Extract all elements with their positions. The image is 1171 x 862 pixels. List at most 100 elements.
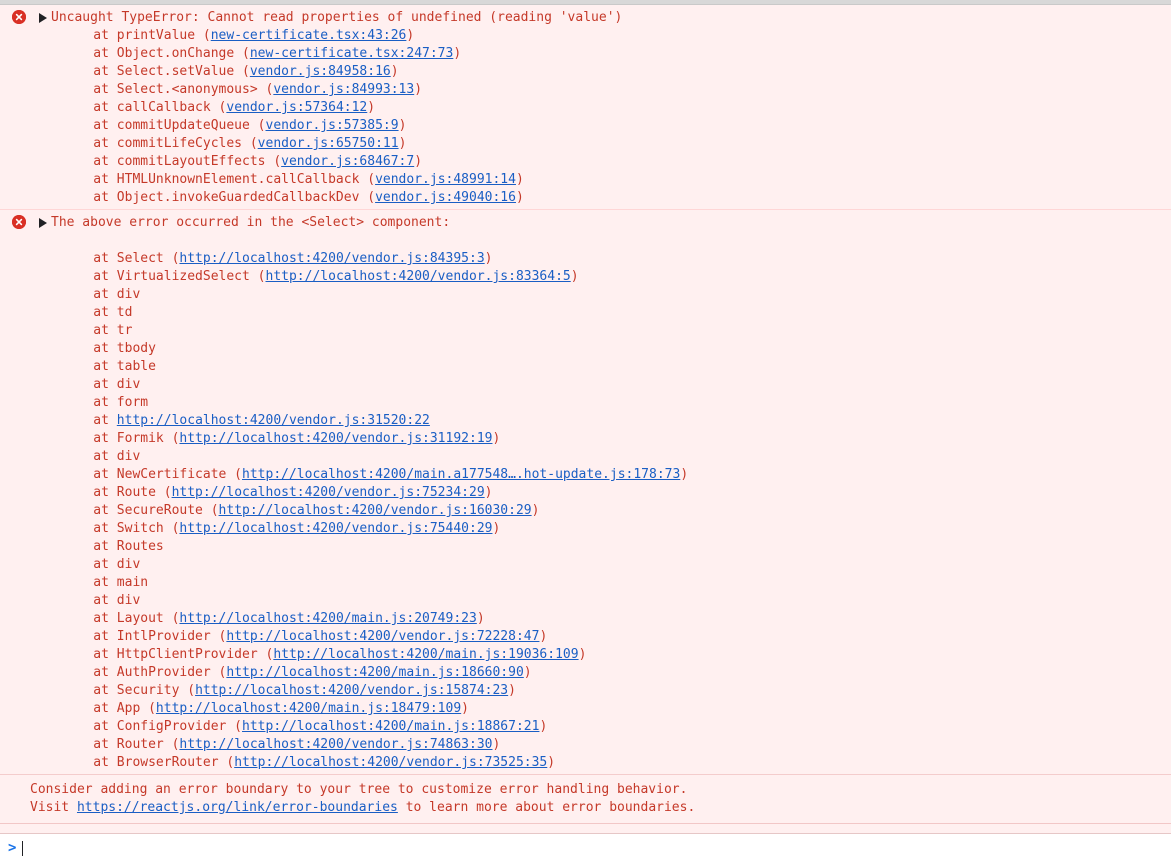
stack-frame-source-link[interactable]: http://localhost:4200/main.a177548….hot-… (242, 467, 680, 482)
stack-frame-source-link[interactable]: http://localhost:4200/vendor.js:31520:22 (117, 413, 430, 428)
stack-frame-source-link[interactable]: http://localhost:4200/vendor.js:72228:47 (226, 629, 539, 644)
stack-frame-label: at Select.<anonymous> ( (62, 82, 274, 97)
stack-frame-suffix: ) (531, 503, 540, 518)
stack-frame-source-link[interactable]: http://localhost:4200/vendor.js:16030:29 (219, 503, 532, 518)
stack-frame-source-link[interactable]: http://localhost:4200/vendor.js:31192:19 (179, 431, 492, 446)
stack-frame-source-link[interactable]: http://localhost:4200/vendor.js:73525:35 (234, 755, 547, 770)
stack-frame: at commitLifeCycles (vendor.js:65750:11) (0, 135, 1171, 153)
stack-frame-source-link[interactable]: vendor.js:84958:16 (250, 64, 391, 79)
error-circle-icon (12, 10, 26, 24)
stack-frame: at IntlProvider (http://localhost:4200/v… (0, 628, 1171, 646)
error-boundary-hint-line-1: Consider adding an error boundary to you… (30, 782, 688, 797)
stack-frame-label: at commitLifeCycles ( (62, 136, 258, 151)
disclosure-triangle-collapsed-icon[interactable] (37, 214, 49, 232)
stack-frame-label: at HTMLUnknownElement.callCallback ( (62, 172, 376, 187)
stack-frame-label: at SecureRoute ( (62, 503, 219, 518)
stack-frame: at Object.onChange (new-certificate.tsx:… (0, 45, 1171, 63)
stack-frame-source-link[interactable]: vendor.js:84993:13 (273, 82, 414, 97)
stack-frame-suffix: ) (484, 251, 493, 266)
stack-frame-source-link[interactable]: http://localhost:4200/main.js:18479:109 (156, 701, 461, 716)
stack-frame-label: at Route ( (62, 485, 172, 500)
stack-frame-label: at printValue ( (62, 28, 211, 43)
error-circle-icon (12, 215, 26, 229)
stack-frame-label: at Security ( (62, 683, 196, 698)
console-prompt-row[interactable]: > (0, 833, 1171, 862)
stack-frame-label: at App ( (62, 701, 156, 716)
stack-frame-source-link[interactable]: vendor.js:57364:12 (226, 100, 367, 115)
stack-frame-source-link[interactable]: vendor.js:49040:16 (375, 190, 516, 205)
stack-frame-label: at tr (62, 323, 133, 338)
devtools-console-panel: Uncaught TypeError: Cannot read properti… (0, 0, 1171, 862)
stack-frame-label: at Formik ( (62, 431, 180, 446)
stack-frame: at Router (http://localhost:4200/vendor.… (0, 736, 1171, 754)
stack-frame-source-link[interactable]: http://localhost:4200/vendor.js:74863:30 (179, 737, 492, 752)
stack-frame-source-link[interactable]: http://localhost:4200/vendor.js:75234:29 (172, 485, 485, 500)
console-input[interactable] (23, 839, 1171, 857)
stack-frame-label: at callCallback ( (62, 100, 227, 115)
stack-frame-source-link[interactable]: http://localhost:4200/vendor.js:75440:29 (179, 521, 492, 536)
stack-frame-suffix: ) (578, 647, 587, 662)
stack-frame: at HTMLUnknownElement.callCallback (vend… (0, 171, 1171, 189)
stack-frame: at Select.<anonymous> (vendor.js:84993:1… (0, 81, 1171, 99)
stack-frame: at table (0, 358, 1171, 376)
console-message-list[interactable]: Uncaught TypeError: Cannot read properti… (0, 5, 1171, 833)
stack-frame: at HttpClientProvider (http://localhost:… (0, 646, 1171, 664)
stack-frame-label: at main (62, 575, 149, 590)
react-error-boundaries-link[interactable]: https://reactjs.org/link/error-boundarie… (77, 800, 398, 815)
stack-frame-source-link[interactable]: http://localhost:4200/vendor.js:15874:23 (195, 683, 508, 698)
stack-frame: at SecureRoute (http://localhost:4200/ve… (0, 502, 1171, 520)
stack-frame-suffix: ) (461, 701, 469, 716)
error-message-title: The above error occurred in the <Select>… (51, 215, 451, 230)
stack-frame-label: at VirtualizedSelect ( (62, 269, 266, 284)
stack-frame-label: at AuthProvider ( (62, 665, 227, 680)
stack-frame-source-link[interactable]: http://localhost:4200/main.js:19036:109 (273, 647, 578, 662)
stack-frame-label: at td (62, 305, 133, 320)
hint-suffix-text: to learn more about error boundaries. (397, 800, 696, 815)
stack-frame: at Layout (http://localhost:4200/main.js… (0, 610, 1171, 628)
stack-frame-suffix: ) (453, 46, 462, 61)
stack-frame: at App (http://localhost:4200/main.js:18… (0, 700, 1171, 718)
stack-frame-source-link[interactable]: http://localhost:4200/main.js:20749:23 (179, 611, 476, 626)
stack-frame-source-link[interactable]: http://localhost:4200/main.js:18867:21 (242, 719, 539, 734)
stack-frame: at Select.setValue (vendor.js:84958:16) (0, 63, 1171, 81)
stack-frame-source-link[interactable]: http://localhost:4200/vendor.js:84395:3 (179, 251, 484, 266)
stack-frame-source-link[interactable]: http://localhost:4200/main.js:18660:90 (226, 665, 523, 680)
stack-frame-label: at Select ( (62, 251, 180, 266)
stack-frame-suffix: ) (680, 467, 689, 482)
stack-frame-suffix: ) (414, 154, 423, 169)
stack-frame-label: at ConfigProvider ( (62, 719, 243, 734)
stack-frame: at main (0, 574, 1171, 592)
stack-frame: at div (0, 448, 1171, 466)
stack-frame: at div (0, 376, 1171, 394)
stack-frame-source-link[interactable]: new-certificate.tsx:43:26 (211, 28, 407, 43)
stack-frame-suffix: ) (570, 269, 579, 284)
stack-frame-suffix: ) (539, 629, 548, 644)
stack-frame-label: at Routes (62, 539, 164, 554)
stack-frame-source-link[interactable]: vendor.js:65750:11 (258, 136, 399, 151)
stack-frame: at Select (http://localhost:4200/vendor.… (0, 250, 1171, 268)
error-header[interactable]: The above error occurred in the <Select>… (0, 210, 1171, 232)
disclosure-triangle-collapsed-icon[interactable] (37, 9, 49, 27)
stack-frame: at commitLayoutEffects (vendor.js:68467:… (0, 153, 1171, 171)
stack-frame-suffix: ) (508, 683, 516, 698)
stack-frame-source-link[interactable]: vendor.js:57385:9 (266, 118, 399, 133)
error-header[interactable]: Uncaught TypeError: Cannot read properti… (0, 5, 1171, 27)
stack-frame-source-link[interactable]: vendor.js:48991:14 (375, 172, 516, 187)
stack-frame-suffix: ) (414, 82, 423, 97)
stack-frame-suffix: ) (547, 755, 556, 770)
stack-frame: at Switch (http://localhost:4200/vendor.… (0, 520, 1171, 538)
stack-frame-source-link[interactable]: vendor.js:68467:7 (281, 154, 414, 169)
stack-frame-label: at div (62, 377, 141, 392)
stack-frame-suffix: ) (523, 665, 532, 680)
error-groups-container: Uncaught TypeError: Cannot read properti… (0, 5, 1171, 775)
stack-frame-source-link[interactable]: new-certificate.tsx:247:73 (250, 46, 454, 61)
stack-frame-source-link[interactable]: http://localhost:4200/vendor.js:83364:5 (266, 269, 571, 284)
stack-frame-suffix: ) (398, 118, 407, 133)
stack-trace: at printValue (new-certificate.tsx:43:26… (0, 27, 1171, 209)
stack-frame-label: at Router ( (62, 737, 180, 752)
stack-frame-label: at div (62, 557, 141, 572)
stack-frame: at Route (http://localhost:4200/vendor.j… (0, 484, 1171, 502)
hint-prefix-text: Visit (30, 800, 77, 815)
stack-frame-suffix: ) (492, 431, 501, 446)
stack-frame-label: at div (62, 593, 141, 608)
